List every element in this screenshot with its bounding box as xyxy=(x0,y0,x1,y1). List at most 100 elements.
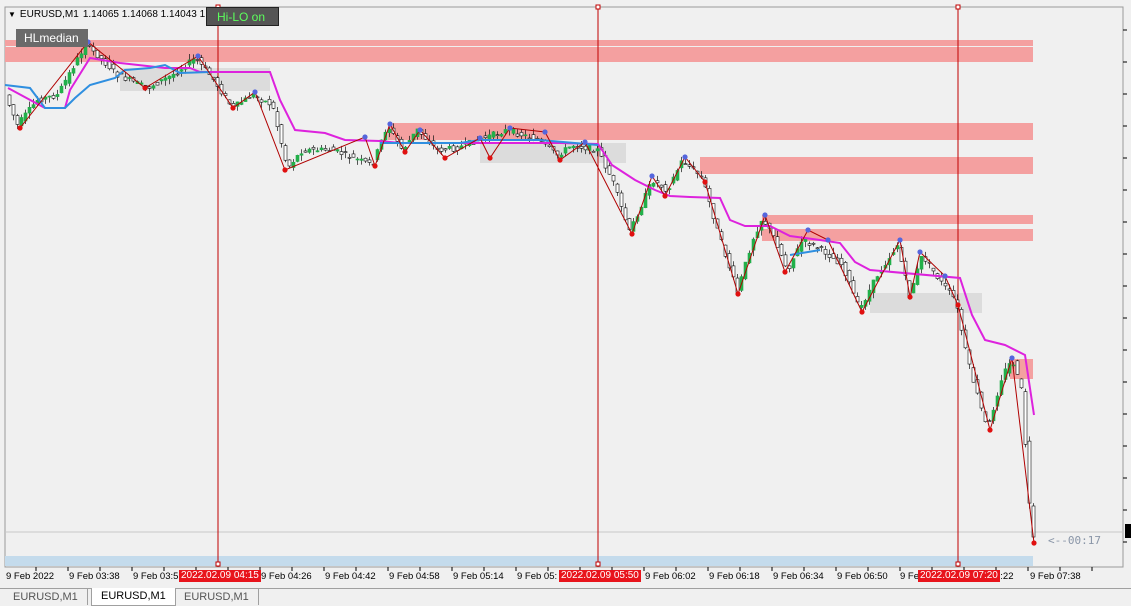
hilo-toggle-button[interactable]: Hi-LO on xyxy=(206,7,279,26)
bull-candle xyxy=(307,148,312,153)
bull-candle xyxy=(75,57,80,66)
bear-candle xyxy=(943,282,948,287)
swing-high-dot xyxy=(825,237,831,243)
bear-candle xyxy=(607,165,612,175)
bull-candle xyxy=(571,145,576,149)
tab-eurusd-m1-3[interactable]: EURUSD,M1 xyxy=(175,589,259,605)
bear-candle xyxy=(323,148,328,151)
chart-tab-bar: EURUSD,M1 EURUSD,M1 EURUSD,M1 xyxy=(0,588,1131,606)
bull-candle xyxy=(447,146,452,149)
swing-low-dot xyxy=(557,157,563,163)
bull-candle xyxy=(59,85,64,94)
vline-handle-top xyxy=(955,4,961,10)
bear-candle xyxy=(15,115,20,125)
bear-candle xyxy=(1019,378,1024,389)
swing-high-dot xyxy=(917,249,923,255)
bear-candle xyxy=(783,254,788,267)
bull-candle xyxy=(859,305,864,308)
hlmedian-button[interactable]: HLmedian xyxy=(16,29,88,47)
bull-candle xyxy=(355,158,360,161)
bear-candle xyxy=(615,183,620,193)
bear-candle xyxy=(1015,360,1020,375)
bull-candle xyxy=(47,95,52,98)
swing-low-dot xyxy=(282,167,288,173)
bear-candle xyxy=(111,63,116,70)
triangle-down-icon[interactable]: ▼ xyxy=(8,10,16,19)
swing-high-dot xyxy=(252,89,258,95)
bear-candle xyxy=(519,132,524,137)
bull-candle xyxy=(163,77,168,81)
bear-candle xyxy=(451,145,456,152)
bull-candle xyxy=(359,158,364,161)
swing-high-dot xyxy=(942,273,948,279)
time-label: 9 Feb 03:5 xyxy=(133,571,179,582)
time-label: 9 Feb 04:26 xyxy=(261,571,312,582)
time-label: 9 Feb 06:18 xyxy=(709,571,760,582)
bull-candle xyxy=(55,94,60,97)
bear-candle xyxy=(931,267,936,272)
swing-low-dot xyxy=(629,231,635,237)
bear-candle xyxy=(663,184,668,192)
bear-candle xyxy=(619,192,624,207)
bear-candle xyxy=(443,148,448,151)
vline-handle-bottom xyxy=(955,561,961,567)
bear-candle xyxy=(283,145,288,161)
time-label: 9 Feb 05: xyxy=(517,571,558,582)
time-label: 9 Feb 03:38 xyxy=(69,571,120,582)
swing-low-dot xyxy=(907,294,913,300)
bull-candle xyxy=(915,268,920,285)
bear-candle xyxy=(279,124,284,144)
swing-low-dot xyxy=(782,269,788,275)
bear-candle xyxy=(175,73,180,76)
swing-low-dot xyxy=(442,155,448,161)
bull-candle xyxy=(79,53,84,59)
time-label: 9 Feb 06:34 xyxy=(773,571,824,582)
bull-candle xyxy=(263,100,268,103)
swing-low-dot xyxy=(702,179,708,185)
bear-candle xyxy=(515,133,520,137)
swing-low-dot xyxy=(142,85,148,91)
bull-candle xyxy=(335,149,340,152)
tab-eurusd-m1-2[interactable]: EURUSD,M1 xyxy=(91,588,176,606)
bear-candle xyxy=(939,276,944,282)
bull-candle xyxy=(319,147,324,151)
swing-high-dot xyxy=(682,154,688,160)
ohlc-readout: 1.14065 1.14068 1.14043 1.14 xyxy=(82,8,220,20)
bear-candle xyxy=(819,246,824,248)
vline-handle-top xyxy=(595,4,601,10)
time-label: 9 Feb 06:02 xyxy=(645,571,696,582)
bear-candle xyxy=(827,254,832,258)
bull-candle xyxy=(919,256,924,270)
swing-high-dot xyxy=(195,53,201,59)
tab-eurusd-m1-1[interactable]: EURUSD,M1 xyxy=(4,589,88,605)
bull-candle xyxy=(127,77,132,79)
bear-candle xyxy=(11,104,16,116)
swing-low-dot xyxy=(17,125,23,131)
bull-candle xyxy=(63,79,68,86)
bear-candle xyxy=(51,95,56,99)
bull-candle xyxy=(387,129,392,133)
bull-candle xyxy=(803,238,808,242)
bear-candle xyxy=(579,146,584,149)
bull-candle xyxy=(523,134,528,137)
bear-candle xyxy=(95,49,100,59)
bear-candle xyxy=(287,159,292,167)
price-chart-canvas[interactable] xyxy=(0,0,1131,588)
swing-low-dot xyxy=(735,291,741,297)
bear-candle xyxy=(811,242,816,245)
vline-time-tag: 2022.02.09 07:20 xyxy=(918,570,1000,582)
price-marker xyxy=(1125,524,1131,538)
bear-candle xyxy=(815,247,820,250)
bull-candle xyxy=(83,46,88,56)
bear-candle xyxy=(87,45,92,47)
bull-candle xyxy=(251,93,256,98)
time-label: 9 Feb 04:58 xyxy=(389,571,440,582)
chart-area[interactable]: ▼ EURUSD,M1 1.14065 1.14068 1.14043 1.14… xyxy=(0,0,1131,588)
bear-candle xyxy=(483,135,488,139)
bear-candle xyxy=(611,175,616,182)
bear-candle xyxy=(155,82,160,86)
bear-candle xyxy=(247,97,252,99)
vline-time-tag: 2022.02.09 04:15 xyxy=(179,570,261,582)
chart-header: ▼ EURUSD,M1 1.14065 1.14068 1.14043 1.14 xyxy=(8,6,219,22)
swing-high-dot xyxy=(1009,355,1015,361)
